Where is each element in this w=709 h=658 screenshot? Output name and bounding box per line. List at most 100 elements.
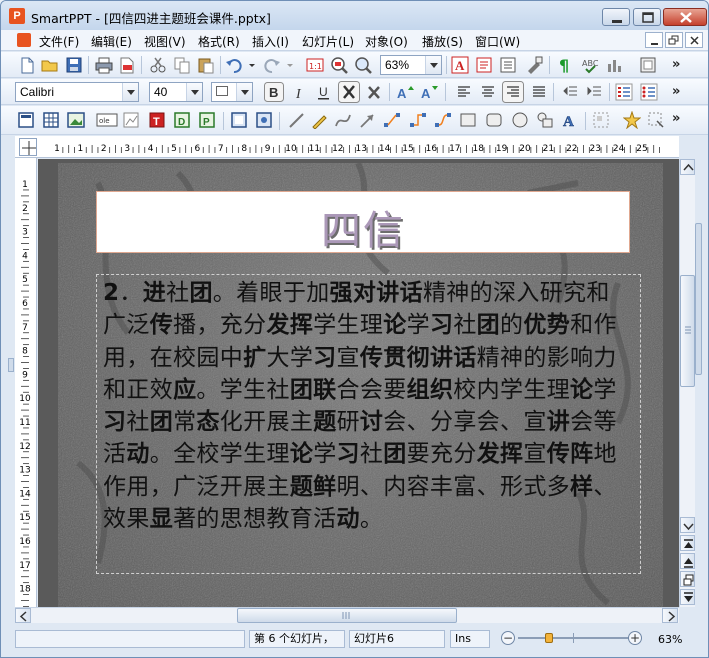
maximize-button[interactable] xyxy=(633,8,661,26)
insert-chart-icon[interactable] xyxy=(122,111,140,129)
line-tool-icon[interactable] xyxy=(287,111,305,129)
properties-icon[interactable] xyxy=(639,56,657,74)
first-slide-button[interactable] xyxy=(680,535,695,551)
justify-icon[interactable] xyxy=(530,83,548,101)
rectangle-tool-icon[interactable] xyxy=(459,111,477,129)
arrow-tool-icon[interactable] xyxy=(358,111,376,129)
rounded-rect-tool-icon[interactable] xyxy=(485,111,503,129)
close-button[interactable] xyxy=(663,8,707,26)
zoom-fit-icon[interactable] xyxy=(330,56,348,74)
group-icon[interactable] xyxy=(592,111,610,129)
paragraph-marks-icon[interactable]: ¶ xyxy=(556,56,574,74)
menu-format[interactable]: 格式(R) xyxy=(198,33,240,50)
chevron-down-icon[interactable] xyxy=(236,83,252,101)
shrink-font-icon[interactable]: A xyxy=(420,83,438,101)
word-count-icon[interactable] xyxy=(605,56,623,74)
open-folder-icon[interactable] xyxy=(41,56,59,74)
wordart-icon[interactable]: A xyxy=(561,111,579,129)
format-painter-icon[interactable] xyxy=(525,56,543,74)
vertical-scrollbar[interactable] xyxy=(679,159,695,607)
bold-icon[interactable]: B xyxy=(264,82,284,102)
document-icon[interactable] xyxy=(17,33,31,47)
bullet-list-icon[interactable] xyxy=(640,83,658,101)
doc-restore-button[interactable] xyxy=(665,32,683,48)
slide[interactable]: 四信 2．进社团。着眼于加强对讲话精神的深入研究和广泛传播，充分发挥学生理论学习… xyxy=(58,163,663,607)
cut-icon[interactable] xyxy=(149,56,167,74)
decrease-indent-icon[interactable] xyxy=(561,83,579,101)
next-slide-button[interactable] xyxy=(680,589,695,605)
notes-icon[interactable] xyxy=(499,56,517,74)
insert-ole-icon[interactable]: ole xyxy=(96,111,118,129)
menu-slide[interactable]: 幻灯片(L) xyxy=(302,33,354,50)
doc-close-button[interactable] xyxy=(685,32,703,48)
paste-icon[interactable] xyxy=(197,56,215,74)
insert-table-icon[interactable] xyxy=(42,111,60,129)
insert-textbox-icon[interactable] xyxy=(475,56,493,74)
strikethrough-icon[interactable] xyxy=(338,81,360,103)
layout-icon[interactable] xyxy=(17,111,35,129)
curve-tool-icon[interactable] xyxy=(334,111,352,129)
save-icon[interactable] xyxy=(65,56,83,74)
zoom-out-button[interactable]: − xyxy=(501,631,515,645)
scroll-right-button[interactable] xyxy=(662,608,678,623)
actual-size-icon[interactable]: 1:1 xyxy=(306,56,324,74)
insert-text-icon[interactable]: T xyxy=(148,111,166,129)
fill-color-combo[interactable] xyxy=(211,82,253,102)
spell-check-icon[interactable]: ABC xyxy=(581,56,599,74)
previous-slide-button[interactable] xyxy=(680,553,695,569)
chevron-down-icon[interactable] xyxy=(425,56,441,74)
underline-icon[interactable]: U xyxy=(315,83,333,101)
insert-image-icon[interactable] xyxy=(67,111,85,129)
slide-body-textbox[interactable]: 2．进社团。着眼于加强对讲话精神的深入研究和广泛传播，充分发挥学生理论学习社团的… xyxy=(96,274,641,574)
scroll-down-button[interactable] xyxy=(680,517,695,533)
shapes-tool-icon[interactable] xyxy=(536,111,554,129)
panel-toggle-handle[interactable] xyxy=(8,358,14,372)
print-icon[interactable] xyxy=(95,56,113,74)
toolbar-more-icon[interactable]: » xyxy=(672,84,680,99)
right-panel-handle[interactable] xyxy=(695,223,702,375)
horizontal-scrollbar[interactable] xyxy=(15,607,679,623)
italic-icon[interactable]: I xyxy=(291,83,309,101)
zoom-combo[interactable]: 63% xyxy=(380,55,442,75)
new-file-icon[interactable] xyxy=(18,56,36,74)
star-icon[interactable] xyxy=(623,111,641,129)
scroll-thumb[interactable] xyxy=(237,608,457,623)
scroll-left-button[interactable] xyxy=(15,608,31,623)
curved-connector-icon[interactable] xyxy=(434,111,452,129)
minimize-button[interactable] xyxy=(602,8,630,26)
align-left-icon[interactable] xyxy=(455,83,473,101)
slide-body-text[interactable]: 2．进社团。着眼于加强对讲话精神的深入研究和广泛传播，充分发挥学生理论学习社团的… xyxy=(103,277,633,535)
menu-file[interactable]: 文件(F) xyxy=(39,33,79,50)
font-color-icon[interactable]: A xyxy=(451,56,469,74)
new-slide-icon[interactable] xyxy=(230,111,248,129)
menu-object[interactable]: 对象(O) xyxy=(365,33,408,50)
numbered-list-icon[interactable] xyxy=(615,83,633,101)
clear-format-icon[interactable] xyxy=(365,83,383,101)
align-center-icon[interactable] xyxy=(479,83,497,101)
increase-indent-icon[interactable] xyxy=(585,83,603,101)
ellipse-tool-icon[interactable] xyxy=(511,111,529,129)
connector-tool-icon[interactable] xyxy=(383,111,401,129)
copy-icon[interactable] xyxy=(173,56,191,74)
scroll-up-button[interactable] xyxy=(680,159,695,175)
slide-title-box[interactable]: 四信 xyxy=(96,191,630,256)
slide-title[interactable]: 四信 xyxy=(97,198,629,256)
selection-icon[interactable] xyxy=(647,111,665,129)
menu-edit[interactable]: 编辑(E) xyxy=(91,33,132,50)
toolbar-more-icon[interactable]: » xyxy=(672,57,680,72)
chevron-down-icon[interactable] xyxy=(186,83,202,101)
slide-view-button[interactable] xyxy=(680,571,695,587)
export-pdf-icon[interactable] xyxy=(118,56,136,74)
redo-dropdown-icon[interactable] xyxy=(285,56,295,74)
zoom-in-button[interactable]: + xyxy=(628,631,642,645)
chevron-down-icon[interactable] xyxy=(122,83,138,101)
zoom-icon[interactable] xyxy=(354,56,372,74)
insert-date-icon[interactable]: D xyxy=(173,111,191,129)
doc-minimize-button[interactable] xyxy=(645,32,663,48)
grow-font-icon[interactable]: A xyxy=(396,83,414,101)
status-insert-mode[interactable]: Ins xyxy=(450,630,490,648)
insert-page-number-icon[interactable]: P xyxy=(198,111,216,129)
menu-window[interactable]: 窗口(W) xyxy=(475,33,520,50)
font-name-combo[interactable]: Calibri xyxy=(15,82,139,102)
menu-play[interactable]: 播放(S) xyxy=(422,33,463,50)
